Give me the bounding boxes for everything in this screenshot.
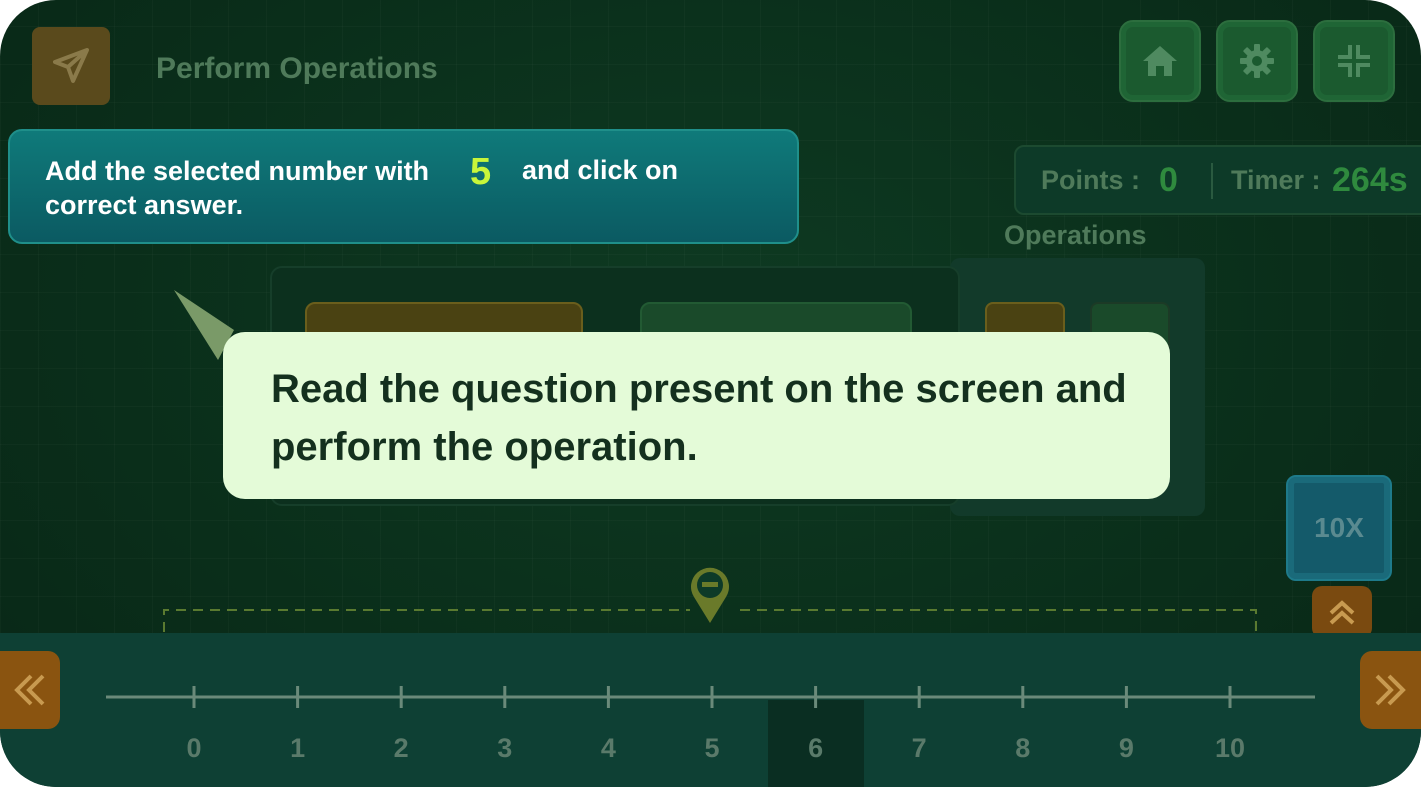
tooltip-text: Read the question present on the screen … xyxy=(271,367,1127,469)
number-line-tick-label[interactable]: 2 xyxy=(381,733,421,764)
number-line-tick-label[interactable]: 7 xyxy=(899,733,939,764)
gear-icon xyxy=(1240,44,1274,78)
back-button[interactable] xyxy=(32,27,110,105)
settings-button[interactable] xyxy=(1216,20,1298,102)
question-text-start: Add the selected number with xyxy=(45,156,430,186)
chevron-double-up-icon xyxy=(1329,600,1355,625)
tutorial-tooltip: Read the question present on the screen … xyxy=(223,332,1170,499)
minus-pin-icon[interactable] xyxy=(688,563,732,625)
number-line-tick-label[interactable]: 3 xyxy=(485,733,525,764)
game-screen: Perform Operations Add the selected numb… xyxy=(0,0,1421,787)
timer-label: Timer : xyxy=(1231,165,1321,195)
chevron-double-left-icon xyxy=(14,674,45,706)
points-value: 0 xyxy=(1159,161,1178,199)
fullscreen-button[interactable] xyxy=(1313,20,1395,102)
zoom-label: 10X xyxy=(1314,512,1364,543)
zoom-up-button[interactable] xyxy=(1312,586,1372,638)
page-title: Perform Operations xyxy=(156,52,438,85)
paper-plane-icon xyxy=(53,48,89,83)
stats-divider xyxy=(1211,163,1213,199)
number-line-tick-label[interactable]: 4 xyxy=(588,733,628,764)
timer-value: 264s xyxy=(1332,161,1408,199)
question-number: 5 xyxy=(470,151,492,193)
question-text-end: and click on xyxy=(522,155,679,185)
operations-label: Operations xyxy=(1004,220,1147,250)
points-label: Points : xyxy=(1041,165,1140,195)
zoom-button[interactable]: 10X xyxy=(1286,475,1392,581)
number-line-tick-label[interactable]: 0 xyxy=(174,733,214,764)
number-line-tick-label[interactable]: 1 xyxy=(278,733,318,764)
chevron-double-right-icon xyxy=(1375,674,1406,706)
number-line-tick-label[interactable]: 9 xyxy=(1106,733,1146,764)
number-line-tick-label[interactable]: 8 xyxy=(1003,733,1043,764)
question-box: Add the selected number with 5 and click… xyxy=(8,129,799,244)
scroll-left-button[interactable] xyxy=(0,651,60,729)
compress-icon xyxy=(1338,45,1370,77)
scroll-right-button[interactable] xyxy=(1360,651,1421,729)
stats-bar: Points : 0 Timer : 264s xyxy=(1014,145,1421,215)
number-line xyxy=(106,686,1315,708)
number-line-tick-label[interactable]: 5 xyxy=(692,733,732,764)
number-line-tick-label[interactable]: 6 xyxy=(796,733,836,764)
home-button[interactable] xyxy=(1119,20,1201,102)
number-line-tick-label[interactable]: 10 xyxy=(1210,733,1250,764)
home-icon xyxy=(1143,46,1177,76)
question-text-line2: correct answer. xyxy=(45,190,244,220)
